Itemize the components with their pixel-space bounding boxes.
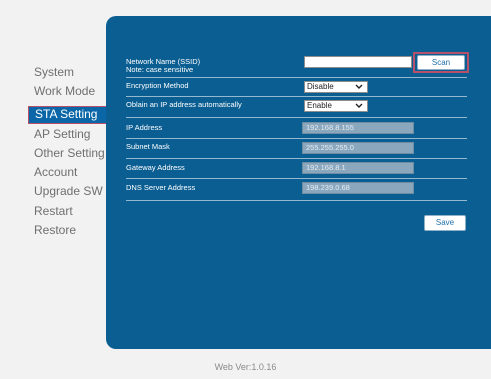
chevron-down-icon [353, 82, 365, 92]
chevron-down-icon [353, 101, 365, 111]
encryption-select[interactable]: Disable [304, 81, 368, 93]
subnet-mask-field[interactable]: 255.255.255.0 [302, 142, 414, 154]
sidebar-item-work-mode[interactable]: Work Mode [34, 83, 95, 99]
ssid-note: Note: case sensitive [126, 65, 194, 74]
dns-label: DNS Server Address [126, 183, 196, 192]
scan-button[interactable]: Scan [417, 55, 465, 70]
subnet-mask-label: Subnet Mask [126, 142, 170, 151]
ssid-input[interactable] [304, 56, 412, 68]
gateway-field[interactable]: 192.168.8.1 [302, 162, 414, 174]
save-button[interactable]: Save [424, 215, 466, 231]
row-divider [126, 77, 467, 78]
sidebar-item-upgrade-sw[interactable]: Upgrade SW [34, 183, 103, 199]
row-divider [126, 158, 467, 159]
sidebar-item-system[interactable]: System [34, 64, 74, 80]
web-version: Web Ver:1.0.16 [214, 362, 277, 372]
dhcp-label: Oblain an IP address automatically [126, 100, 242, 109]
row-divider [126, 138, 467, 139]
row-divider [126, 200, 467, 201]
row-divider [126, 178, 467, 179]
dhcp-select[interactable]: Enable [304, 100, 368, 112]
sidebar-item-account[interactable]: Account [34, 164, 77, 180]
ip-address-field[interactable]: 192.168.8.155 [302, 122, 414, 134]
row-divider [126, 117, 467, 118]
sidebar-item-restore[interactable]: Restore [34, 222, 76, 238]
sidebar-item-other-setting[interactable]: Other Setting [34, 145, 105, 161]
encryption-select-value: Disable [307, 82, 334, 91]
encryption-label: Encryption Method [126, 81, 189, 90]
ip-address-label: IP Address [126, 123, 163, 132]
dhcp-select-value: Enable [307, 101, 332, 110]
dns-field[interactable]: 198.239.0.68 [302, 182, 414, 194]
gateway-label: Gateway Address [126, 163, 185, 172]
sidebar-item-restart[interactable]: Restart [34, 203, 73, 219]
row-divider [126, 96, 467, 97]
sidebar-item-ap-setting[interactable]: AP Setting [34, 126, 90, 142]
